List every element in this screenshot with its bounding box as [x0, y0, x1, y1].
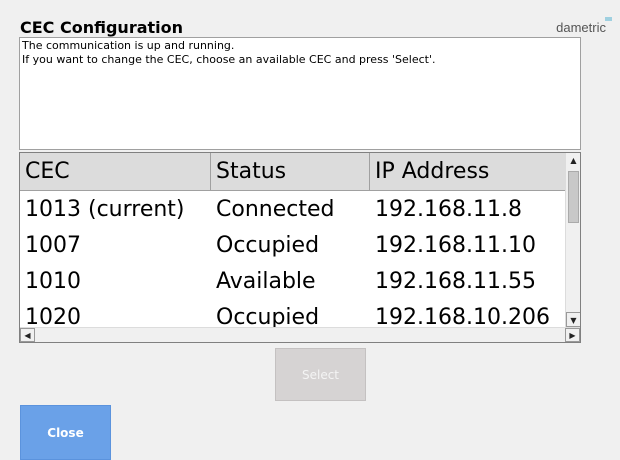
vertical-scrollbar[interactable]: ▲ ▼ — [565, 153, 580, 327]
scroll-right-icon[interactable]: ▶ — [565, 328, 580, 342]
cell-ip: 192.168.11.8 — [375, 196, 522, 222]
cell-status: Occupied — [216, 232, 320, 258]
table-row[interactable]: 1013 (current) Connected 192.168.11.8 — [20, 191, 580, 227]
cell-cec: 1007 — [25, 232, 81, 258]
status-message-line: The communication is up and running. — [22, 39, 235, 52]
horizontal-scrollbar[interactable]: ◀ ▶ — [20, 327, 580, 342]
cell-status: Connected — [216, 196, 335, 222]
column-header-ip[interactable]: IP Address — [370, 153, 580, 190]
select-button[interactable]: Select — [275, 348, 366, 401]
close-button[interactable]: Close — [20, 405, 111, 460]
dialog-title: CEC Configuration — [20, 18, 184, 37]
brand-logo-mark — [605, 17, 612, 21]
table-row[interactable]: 1010 Available 192.168.11.55 — [20, 263, 580, 299]
brand-logo: dametric — [556, 20, 606, 35]
cell-status: Available — [216, 268, 316, 294]
column-header-status[interactable]: Status — [211, 153, 370, 190]
column-header-cec[interactable]: CEC — [20, 153, 211, 190]
table-header-row: CEC Status IP Address — [20, 153, 580, 191]
table-row[interactable]: 1007 Occupied 192.168.11.10 — [20, 227, 580, 263]
vertical-scroll-thumb[interactable] — [568, 171, 579, 223]
cell-ip: 192.168.11.55 — [375, 268, 536, 294]
instruction-message-line: If you want to change the CEC, choose an… — [22, 53, 436, 66]
scroll-down-icon[interactable]: ▼ — [566, 312, 580, 327]
cell-ip: 192.168.11.10 — [375, 232, 536, 258]
status-message-box: The communication is up and running. If … — [19, 37, 581, 150]
scroll-up-icon[interactable]: ▲ — [566, 153, 580, 168]
cec-table[interactable]: CEC Status IP Address 1013 (current) Con… — [19, 152, 581, 343]
scroll-left-icon[interactable]: ◀ — [20, 328, 35, 342]
cell-cec: 1013 (current) — [25, 196, 185, 222]
cell-cec: 1010 — [25, 268, 81, 294]
